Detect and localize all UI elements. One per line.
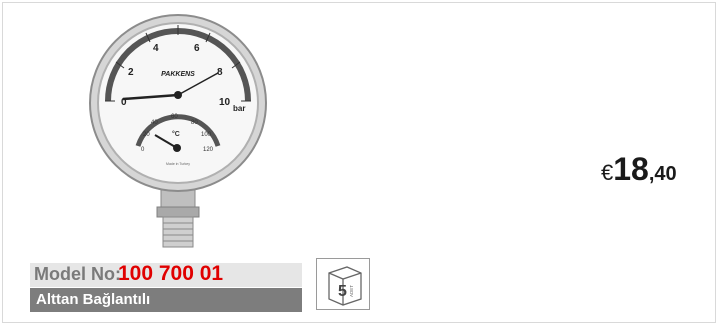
pressure-tick-6: 6 — [194, 43, 200, 54]
description-bar: Alttan Bağlantılı — [30, 288, 302, 312]
temp-tick-40: 40 — [151, 120, 158, 126]
temp-unit: °C — [172, 130, 180, 138]
price-integer: 18 — [613, 151, 649, 187]
price-decimal: ,40 — [648, 163, 677, 185]
temp-tick-20: 20 — [143, 132, 150, 138]
temp-tick-100: 100 — [201, 132, 212, 138]
package-quantity-value: 5 — [338, 283, 347, 300]
temp-tick-80: 80 — [191, 120, 198, 126]
pressure-gauge-image: 0 2 4 6 8 10 bar PAKKENS 0 20 40 60 80 1… — [89, 14, 267, 248]
model-value: 100 700 01 — [118, 262, 224, 285]
pressure-tick-8: 8 — [217, 67, 223, 78]
box-text: ADET — [349, 285, 354, 297]
product-card[interactable]: 0 2 4 6 8 10 bar PAKKENS 0 20 40 60 80 1… — [2, 2, 716, 323]
temp-tick-120: 120 — [203, 147, 214, 153]
model-label: Model No: — [34, 264, 121, 284]
pressure-tick-4: 4 — [153, 43, 159, 54]
product-description: Alttan Bağlantılı — [36, 291, 151, 308]
price-currency: € — [601, 160, 614, 185]
brand-logo: PAKKENS — [161, 71, 195, 78]
pressure-tick-2: 2 — [128, 67, 134, 78]
pressure-tick-10: 10 — [219, 97, 231, 108]
package-quantity: ADET 5 — [316, 258, 370, 310]
temp-tick-60: 60 — [171, 114, 178, 120]
gauge-footer: Made in Turkey — [166, 162, 190, 166]
pressure-unit: bar — [233, 104, 245, 113]
model-number-bar: Model No: 100 700 01 — [30, 262, 302, 287]
product-price: €18,40 — [601, 151, 677, 188]
